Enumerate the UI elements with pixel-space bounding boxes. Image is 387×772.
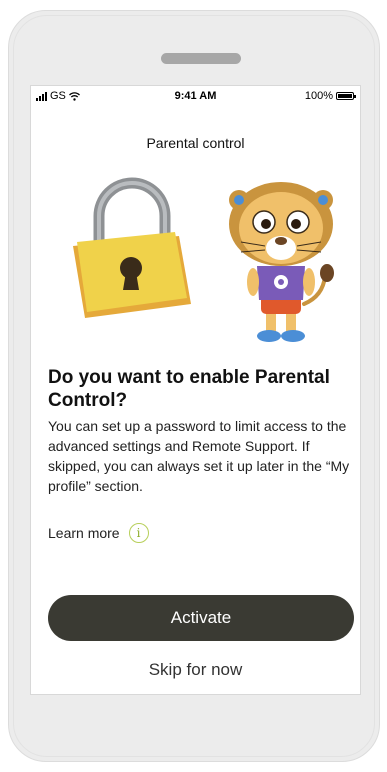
hero-illustration [73,177,334,342]
question-heading: Do you want to enable Parental Control? [48,367,330,411]
learn-more-link[interactable]: Learn more i [48,523,149,543]
app-screen: GS 9:41 AM 100% Parental control Do you … [30,85,361,695]
page-title: Parental control [146,135,245,151]
battery-icon [336,92,356,100]
activate-button[interactable]: Activate [48,595,354,641]
info-icon[interactable]: i [128,523,149,543]
padlock-illustration [73,177,191,318]
skip-for-now-button[interactable]: Skip for now [31,660,360,680]
lion-mascot-illustration [229,182,334,342]
battery-percent: 100% [304,90,333,102]
learn-more-label: Learn more [48,525,120,541]
description-text: You can set up a password to limit acces… [48,418,350,494]
status-right: 100% [304,90,356,102]
phone-frame: GS 9:41 AM 100% Parental control Do you … [8,10,380,762]
status-bar: GS 9:41 AM 100% [31,86,360,106]
phone-speaker [161,53,241,64]
